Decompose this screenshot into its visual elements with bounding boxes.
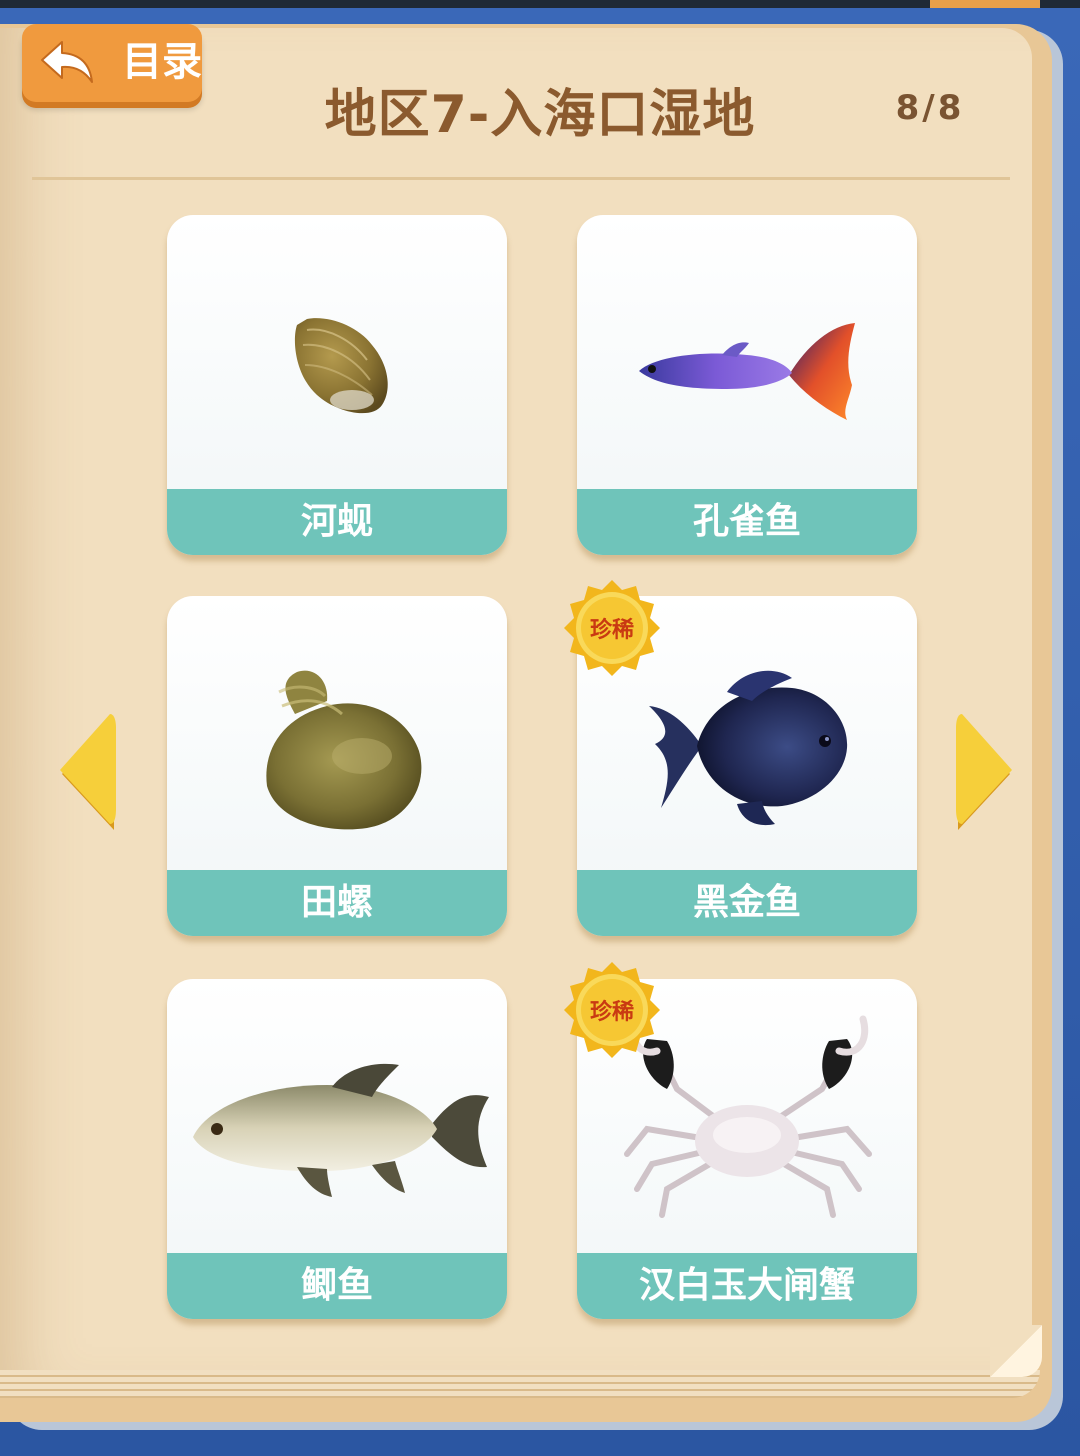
species-name: 河蚬 — [167, 489, 507, 555]
next-page-arrow-icon[interactable] — [952, 712, 1016, 836]
rare-badge-label: 珍稀 — [589, 1000, 634, 1025]
top-strip-accent — [930, 0, 1040, 8]
page-curl — [990, 1325, 1042, 1377]
back-to-catalog-button[interactable]: 目录 — [22, 24, 202, 102]
page-counter: 8/8 — [895, 88, 965, 128]
snail-icon — [266, 670, 422, 830]
species-name: 孔雀鱼 — [577, 489, 917, 555]
rare-badge: 珍稀 — [560, 576, 664, 680]
species-name: 田螺 — [167, 870, 507, 936]
back-button-label: 目录 — [122, 39, 202, 85]
back-arrow-icon — [41, 41, 93, 83]
species-name: 汉白玉大闸蟹 — [577, 1253, 917, 1319]
species-name: 黑金鱼 — [577, 870, 917, 936]
guppy-icon — [639, 323, 855, 420]
rare-badge-label: 珍稀 — [589, 618, 634, 643]
title-divider — [32, 177, 1010, 180]
crucian-carp-icon — [193, 1063, 489, 1197]
species-card-guppy[interactable]: 孔雀鱼 — [577, 215, 917, 555]
species-card-snail[interactable]: 田螺 — [167, 596, 507, 936]
book-page-edges — [0, 1370, 1040, 1398]
prev-page-arrow-icon[interactable] — [56, 712, 120, 836]
page-title: 地区7-入海口湿地 — [324, 85, 756, 145]
species-card-clam[interactable]: 河蚬 — [167, 215, 507, 555]
rare-badge: 珍稀 — [560, 958, 664, 1062]
species-name: 鲫鱼 — [167, 1253, 507, 1319]
species-card-crucian-carp[interactable]: 鲫鱼 — [167, 979, 507, 1319]
clam-icon — [294, 318, 388, 414]
